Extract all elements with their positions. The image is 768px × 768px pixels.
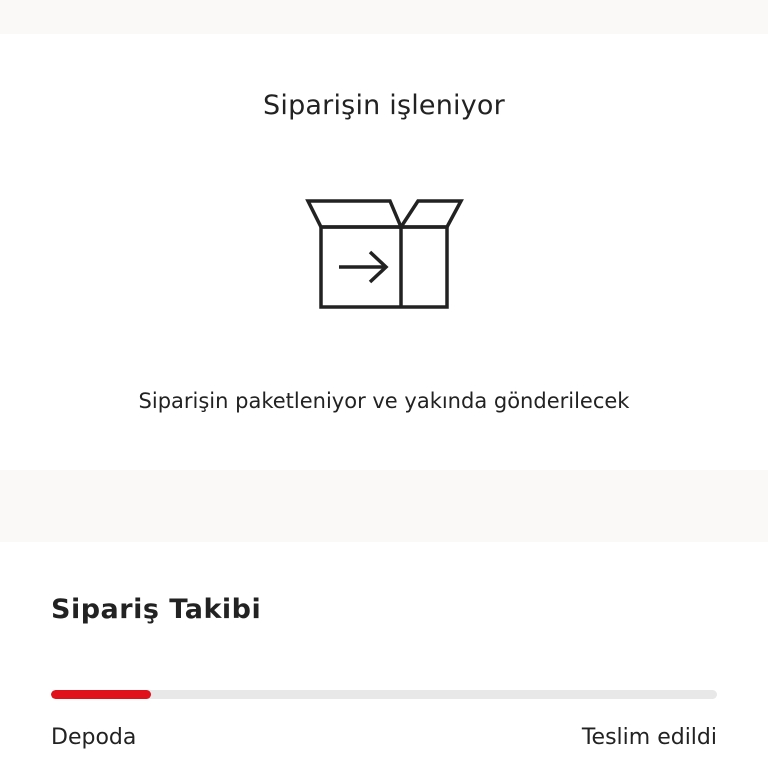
progress-start-label: Depoda <box>51 725 137 750</box>
tracking-progress-bar <box>51 690 717 699</box>
progress-end-label: Teslim edildi <box>581 725 717 750</box>
order-tracking-title: Sipariş Takibi <box>51 594 262 625</box>
package-box-arrow-icon <box>305 199 464 309</box>
top-background-strip <box>0 0 768 34</box>
order-status-description: Siparişin paketleniyor ve yakında gönder… <box>138 389 630 413</box>
order-status-title: Siparişin işleniyor <box>263 90 505 121</box>
tracking-progress-fill <box>51 690 151 699</box>
section-separator <box>0 470 768 542</box>
